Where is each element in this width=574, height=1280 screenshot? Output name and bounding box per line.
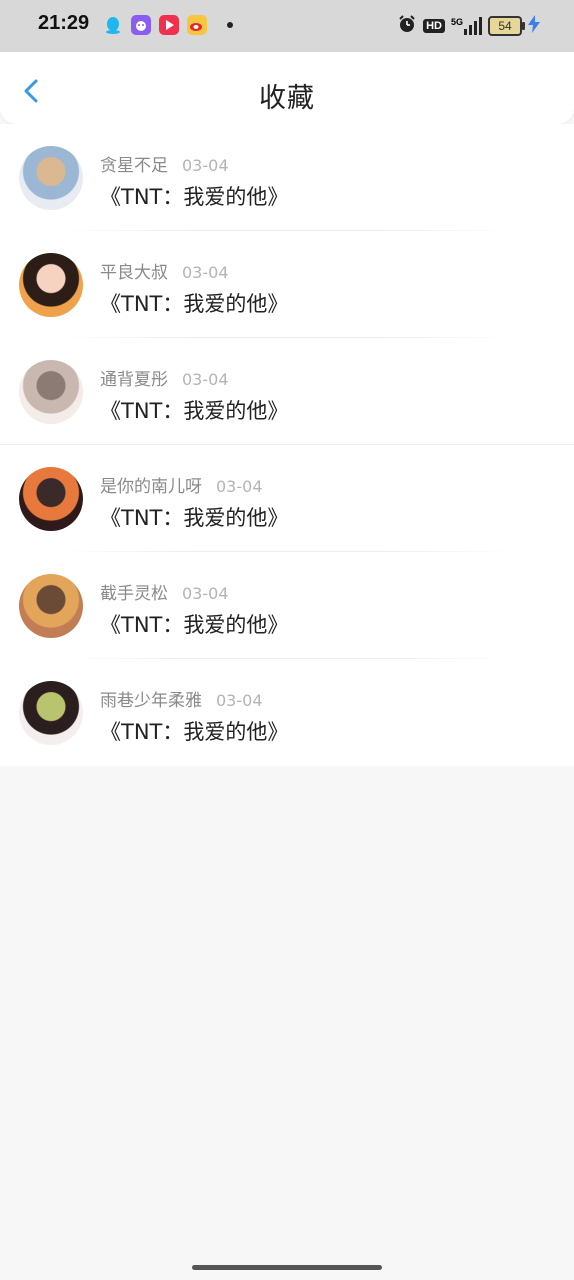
list-item[interactable]: 平良大叔 03-04 《TNT：我爱的他》 <box>0 231 574 338</box>
avatar[interactable] <box>19 467 83 531</box>
date: 03-04 <box>216 691 263 710</box>
weibo-icon <box>187 15 207 35</box>
page-title: 收藏 <box>259 83 315 114</box>
list-item[interactable]: 是你的南儿呀 03-04 《TNT：我爱的他》 <box>0 445 574 552</box>
date: 03-04 <box>182 370 229 389</box>
signal-icon: 5G <box>451 17 482 35</box>
list-item[interactable]: 通背夏彤 03-04 《TNT：我爱的他》 <box>0 338 574 445</box>
username[interactable]: 通背夏彤 <box>100 370 168 390</box>
date: 03-04 <box>182 156 229 175</box>
book-title[interactable]: 《TNT：我爱的他》 <box>100 288 288 318</box>
header: 收藏 <box>0 52 574 124</box>
avatar[interactable] <box>19 574 83 638</box>
alarm-icon <box>397 14 417 38</box>
book-title[interactable]: 《TNT：我爱的他》 <box>100 502 288 532</box>
avatar[interactable] <box>19 146 83 210</box>
username[interactable]: 截手灵松 <box>100 584 168 604</box>
system-icons: HD 5G 54 <box>397 14 540 38</box>
status-bar: 21:29 HD 5G 54 <box>0 0 574 52</box>
book-title[interactable]: 《TNT：我爱的他》 <box>100 609 288 639</box>
game-icon <box>131 15 151 35</box>
favorites-list: 贪星不足 03-04 《TNT：我爱的他》 平良大叔 03-04 《TNT：我爱的他… <box>0 124 574 766</box>
charging-icon <box>528 15 540 37</box>
username[interactable]: 贪星不足 <box>100 156 168 176</box>
list-item[interactable]: 雨巷少年柔雅 03-04 《TNT：我爱的他》 <box>0 659 574 766</box>
username[interactable]: 雨巷少年柔雅 <box>100 691 202 711</box>
username[interactable]: 是你的南儿呀 <box>100 477 202 497</box>
network-label: 5G <box>450 17 463 27</box>
list-item[interactable]: 贪星不足 03-04 《TNT：我爱的他》 <box>0 124 574 231</box>
book-title[interactable]: 《TNT：我爱的他》 <box>100 716 288 746</box>
hd-icon: HD <box>423 19 445 33</box>
avatar[interactable] <box>19 681 83 745</box>
home-indicator[interactable] <box>192 1265 382 1270</box>
avatar[interactable] <box>19 253 83 317</box>
book-title[interactable]: 《TNT：我爱的他》 <box>100 395 288 425</box>
date: 03-04 <box>182 263 229 282</box>
battery-icon: 54 <box>488 16 525 36</box>
avatar[interactable] <box>19 360 83 424</box>
list-item[interactable]: 截手灵松 03-04 《TNT：我爱的他》 <box>0 552 574 659</box>
status-time: 21:29 <box>38 12 90 34</box>
notification-icons <box>103 15 233 35</box>
username[interactable]: 平良大叔 <box>100 263 168 283</box>
book-title[interactable]: 《TNT：我爱的他》 <box>100 181 288 211</box>
video-icon <box>159 15 179 35</box>
date: 03-04 <box>216 477 263 496</box>
notification-dot <box>227 22 233 28</box>
qq-icon <box>103 15 123 35</box>
date: 03-04 <box>182 584 229 603</box>
